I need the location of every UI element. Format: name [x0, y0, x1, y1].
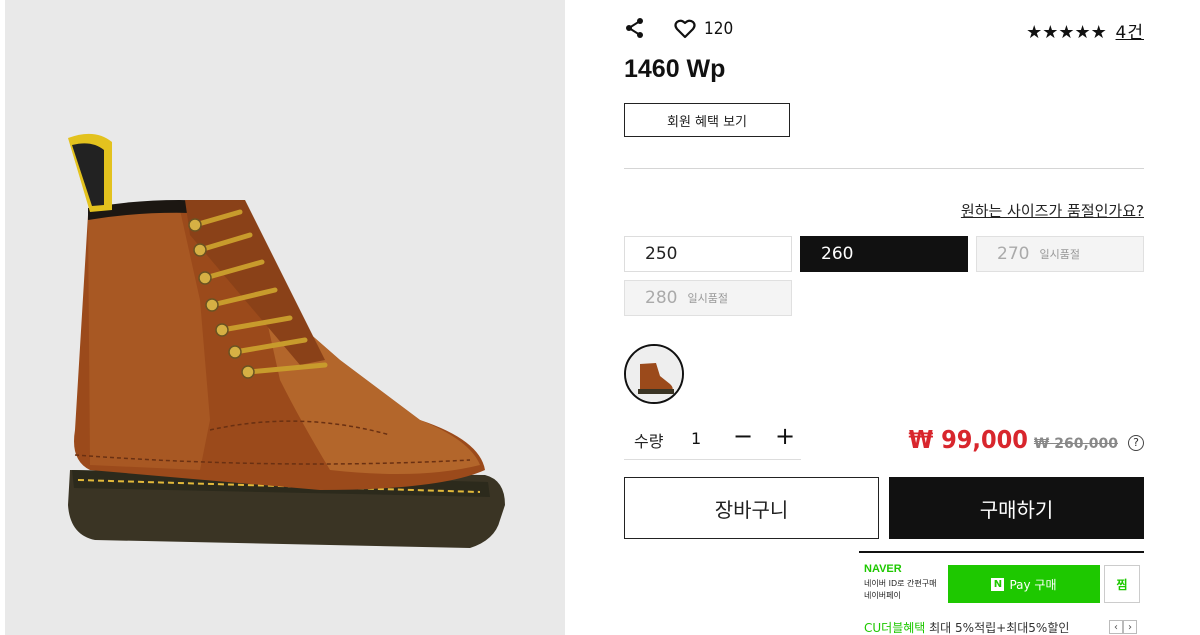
soldout-badge: 일시품절 [687, 292, 728, 305]
divider [624, 168, 1144, 169]
naver-wish-button[interactable]: 찜 [1104, 565, 1140, 603]
product-image [0, 0, 565, 635]
color-swatch[interactable] [624, 344, 684, 404]
chevron-right-icon[interactable]: › [1123, 620, 1137, 634]
add-to-cart-button[interactable]: 장바구니 [624, 477, 879, 539]
size-label: 270 [997, 244, 1030, 264]
cu-pager: ‹ › [1109, 620, 1137, 634]
naver-n-icon: N [991, 577, 1005, 591]
soldout-size-link[interactable]: 원하는 사이즈가 품절인가요? [961, 200, 1144, 221]
naver-desc-line: 네이버페이 [864, 591, 901, 600]
rating-stars: ★★★★★ [1026, 22, 1107, 43]
naver-desc-line: 네이버 ID로 간편구매 [864, 579, 937, 588]
soldout-badge: 일시품절 [1039, 248, 1080, 261]
cu-text: 최대 5%적립+최대5%할인 [925, 621, 1070, 635]
like-count: 120 [704, 19, 734, 39]
review-count-link[interactable]: 4건 [1116, 23, 1144, 43]
chevron-left-icon[interactable]: ‹ [1109, 620, 1123, 634]
size-option-280: 280 일시품절 [624, 280, 792, 316]
product-title: 1460 Wp [624, 55, 726, 83]
size-label: 280 [645, 288, 678, 308]
price-block: ₩ 99,000 ₩ 260,000 ? [908, 425, 1144, 454]
product-info-panel: 120 ★★★★★ 4건 1460 Wp 회원 혜택 보기 원하는 사이즈가 품… [624, 0, 1144, 635]
quantity-stepper: 수량 1 − + [624, 418, 801, 460]
naver-pay-label: Pay 구매 [1009, 577, 1057, 592]
size-label: 260 [821, 244, 854, 264]
buy-now-button[interactable]: 구매하기 [889, 477, 1144, 539]
minus-icon[interactable]: − [732, 422, 754, 450]
size-option-260[interactable]: 260 [800, 236, 968, 272]
plus-icon[interactable]: + [774, 422, 796, 450]
help-icon[interactable]: ? [1128, 434, 1144, 451]
cu-brand: CU더블혜택 [864, 621, 926, 635]
cu-benefit: CU더블혜택 최대 5%적립+최대5%할인 [864, 619, 1069, 635]
swatch-thumbnail [626, 346, 682, 402]
product-toolbar: 120 ★★★★★ 4건 [624, 16, 1144, 43]
size-option-270: 270 일시품절 [976, 236, 1144, 272]
naver-logo: NAVER [864, 563, 902, 575]
sale-price: ₩ 99,000 [908, 425, 1028, 454]
quantity-label: 수량 [634, 432, 664, 451]
naver-pay-description: 네이버 ID로 간편구매 네이버페이 [864, 578, 948, 602]
heart-icon[interactable] [674, 19, 696, 39]
share-icon[interactable] [624, 17, 646, 39]
boot-illustration [68, 133, 505, 548]
rating: ★★★★★ 4건 [1026, 18, 1144, 43]
naver-pay-section: NAVER 네이버 ID로 간편구매 네이버페이 N Pay 구매 찜 CU더블… [859, 551, 1144, 635]
size-label: 250 [645, 244, 678, 264]
size-option-250[interactable]: 250 [624, 236, 792, 272]
original-price: ₩ 260,000 [1033, 436, 1118, 452]
member-benefit-button[interactable]: 회원 혜택 보기 [624, 103, 790, 137]
naver-pay-button[interactable]: N Pay 구매 [948, 565, 1100, 603]
quantity-value[interactable]: 1 [691, 429, 701, 448]
